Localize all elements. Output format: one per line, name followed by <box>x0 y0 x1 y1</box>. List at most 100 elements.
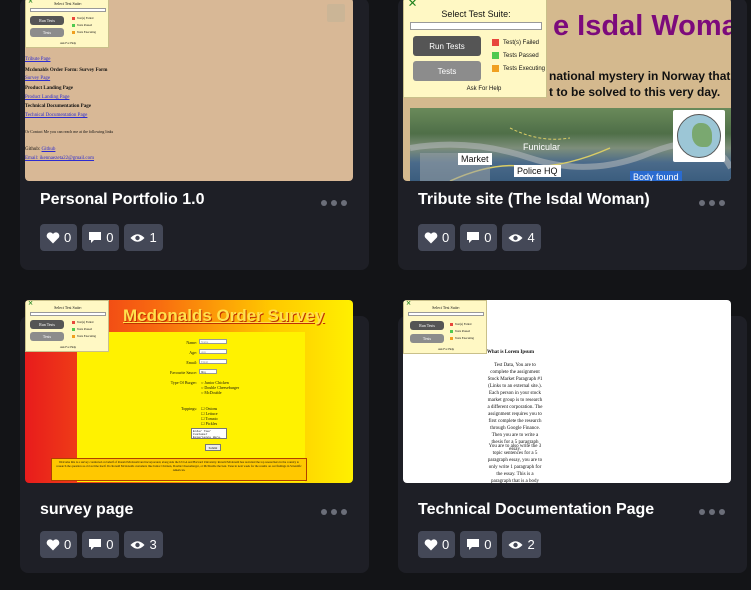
comment-button[interactable]: 0 <box>460 224 498 251</box>
comment-button[interactable]: 0 <box>82 531 120 558</box>
globe-inset <box>673 110 725 162</box>
view-count: 4 <box>527 230 535 245</box>
like-button[interactable]: 0 <box>40 224 78 251</box>
suite-title: Select Test Suite: <box>54 305 82 310</box>
legend-executing: Tests Executing <box>492 65 545 72</box>
eye-icon <box>130 233 145 242</box>
like-count: 0 <box>64 537 72 552</box>
age-input[interactable]: Age <box>199 349 227 354</box>
preview-heading: e Isdal Woman <box>553 10 731 42</box>
preview-body: Test Data, You are to complete the assig… <box>487 363 543 452</box>
comment-count: 0 <box>484 230 492 245</box>
preview-heading: What is Lorem Ipsum <box>487 350 534 355</box>
comment-icon <box>89 232 102 243</box>
project-card: What is Lorem Ipsum Test Data, You are t… <box>398 300 747 573</box>
preview-link: Survey Page <box>25 76 51 81</box>
more-options-icon[interactable] <box>699 199 725 207</box>
stats-row: 0 0 4 <box>418 224 541 251</box>
project-preview[interactable]: Tribute Page Mcdonalds Order Form: Surve… <box>25 0 353 181</box>
run-tests-button[interactable]: Run Tests <box>30 16 64 25</box>
experience-textarea[interactable]: Enter Your Customer Experience Here. <box>191 428 227 439</box>
legend-passed: Tests Passed <box>72 23 92 27</box>
project-title[interactable]: Technical Documentation Page <box>418 501 654 519</box>
like-button[interactable]: 0 <box>40 531 78 558</box>
comment-count: 0 <box>484 537 492 552</box>
legend-failed: Test(s) Failed <box>492 39 539 46</box>
name-label: Name: <box>186 340 197 345</box>
suite-select[interactable] <box>408 312 484 316</box>
like-button[interactable]: 0 <box>418 224 456 251</box>
like-count: 0 <box>64 230 72 245</box>
run-tests-button[interactable]: Run Tests <box>413 36 481 56</box>
suite-title: Select Test Suite: <box>441 9 511 19</box>
project-title[interactable]: Tribute site (The Isdal Woman) <box>418 191 650 209</box>
project-preview[interactable]: e Isdal Woman national mystery in Norway… <box>403 0 731 181</box>
ask-for-help[interactable]: Ask For Help <box>26 345 110 349</box>
suite-select[interactable] <box>30 312 106 316</box>
run-tests-button[interactable]: Run Tests <box>410 321 444 330</box>
sauce-select[interactable]: bbq <box>199 369 217 374</box>
tests-button[interactable]: Tests <box>30 28 64 37</box>
comment-button[interactable]: 0 <box>82 224 120 251</box>
legend-failed: Test(s) Failed <box>72 320 93 324</box>
views-button[interactable]: 1 <box>124 224 163 251</box>
project-card: Tribute Page Mcdonalds Order Form: Surve… <box>20 0 369 270</box>
comment-count: 0 <box>106 537 114 552</box>
run-tests-button[interactable]: Run Tests <box>30 320 64 329</box>
more-options-icon[interactable] <box>321 508 347 516</box>
legend-executing: Tests Executing <box>72 30 96 34</box>
comment-icon <box>467 232 480 243</box>
project-preview[interactable]: What is Lorem Ipsum Test Data, You are t… <box>403 300 731 483</box>
preview-link: Tribute Page <box>25 57 51 62</box>
more-options-icon[interactable] <box>699 508 725 516</box>
burger-options[interactable]: ○ Junior Chicken ○ Double Cheeseburger ○… <box>201 380 239 395</box>
project-title[interactable]: survey page <box>40 501 133 519</box>
preview-github-label: Github: <box>25 147 41 152</box>
like-button[interactable]: 0 <box>418 531 456 558</box>
tests-button[interactable]: Tests <box>413 61 481 81</box>
suite-title: Select Test Suite: <box>54 1 82 6</box>
stats-row: 0 0 2 <box>418 531 541 558</box>
project-preview[interactable]: Mcdonalds Order Survey Name: Name Age: A… <box>25 300 353 483</box>
ask-for-help[interactable]: Ask For Help <box>444 86 524 92</box>
project-card: e Isdal Woman national mystery in Norway… <box>398 0 747 270</box>
heart-icon <box>46 538 60 550</box>
tests-button[interactable]: Tests <box>30 332 64 341</box>
views-button[interactable]: 2 <box>502 531 541 558</box>
email-input[interactable]: Email <box>199 359 227 364</box>
views-button[interactable]: 3 <box>124 531 163 558</box>
heart-icon <box>424 231 438 243</box>
preview-heading: Technical Documentation Page <box>25 104 91 109</box>
tests-button[interactable]: Tests <box>410 334 444 343</box>
suite-select[interactable] <box>410 22 542 30</box>
stats-row: 0 0 1 <box>40 224 163 251</box>
heart-icon <box>46 231 60 243</box>
like-count: 0 <box>442 537 450 552</box>
preview-github-link: Github <box>41 147 56 152</box>
views-button[interactable]: 4 <box>502 224 541 251</box>
name-input[interactable]: Name <box>199 339 227 344</box>
test-suite-panel: × Select Test Suite: Run Tests Tests Tes… <box>25 0 109 48</box>
preview-heading: Product Landing Page <box>25 86 73 91</box>
map-label: Police HQ <box>514 165 561 177</box>
topping-options[interactable]: ☐ Onions ☐ Lettuce ☐ Tomato ☐ Pickles <box>201 406 218 426</box>
comment-button[interactable]: 0 <box>460 531 498 558</box>
map-label: Market <box>458 153 492 165</box>
ask-for-help[interactable]: Ask For Help <box>404 347 488 351</box>
preview-heading: Mcdonalds Order Form: Survey Form <box>25 68 108 73</box>
submit-button[interactable]: Submit <box>205 444 221 451</box>
suite-select[interactable] <box>30 8 106 12</box>
ask-for-help[interactable]: Ask For Help <box>26 41 110 45</box>
legend-executing: Tests Executing <box>450 336 474 340</box>
preview-contact: Or Contact Me you can reach me at the fo… <box>25 129 114 134</box>
preview-body: You are to also write the 3 topic senten… <box>487 444 543 483</box>
legend-passed: Tests Passed <box>450 329 470 333</box>
project-title[interactable]: Personal Portfolio 1.0 <box>40 191 204 209</box>
preview-link: Product Landing Page <box>25 95 70 100</box>
view-count: 3 <box>149 537 157 552</box>
eye-icon <box>130 540 145 549</box>
comment-count: 0 <box>106 230 114 245</box>
more-options-icon[interactable] <box>321 199 347 207</box>
sauce-label: Favourite Sauce: <box>170 370 197 375</box>
toppings-label: Toppings: <box>181 406 197 411</box>
